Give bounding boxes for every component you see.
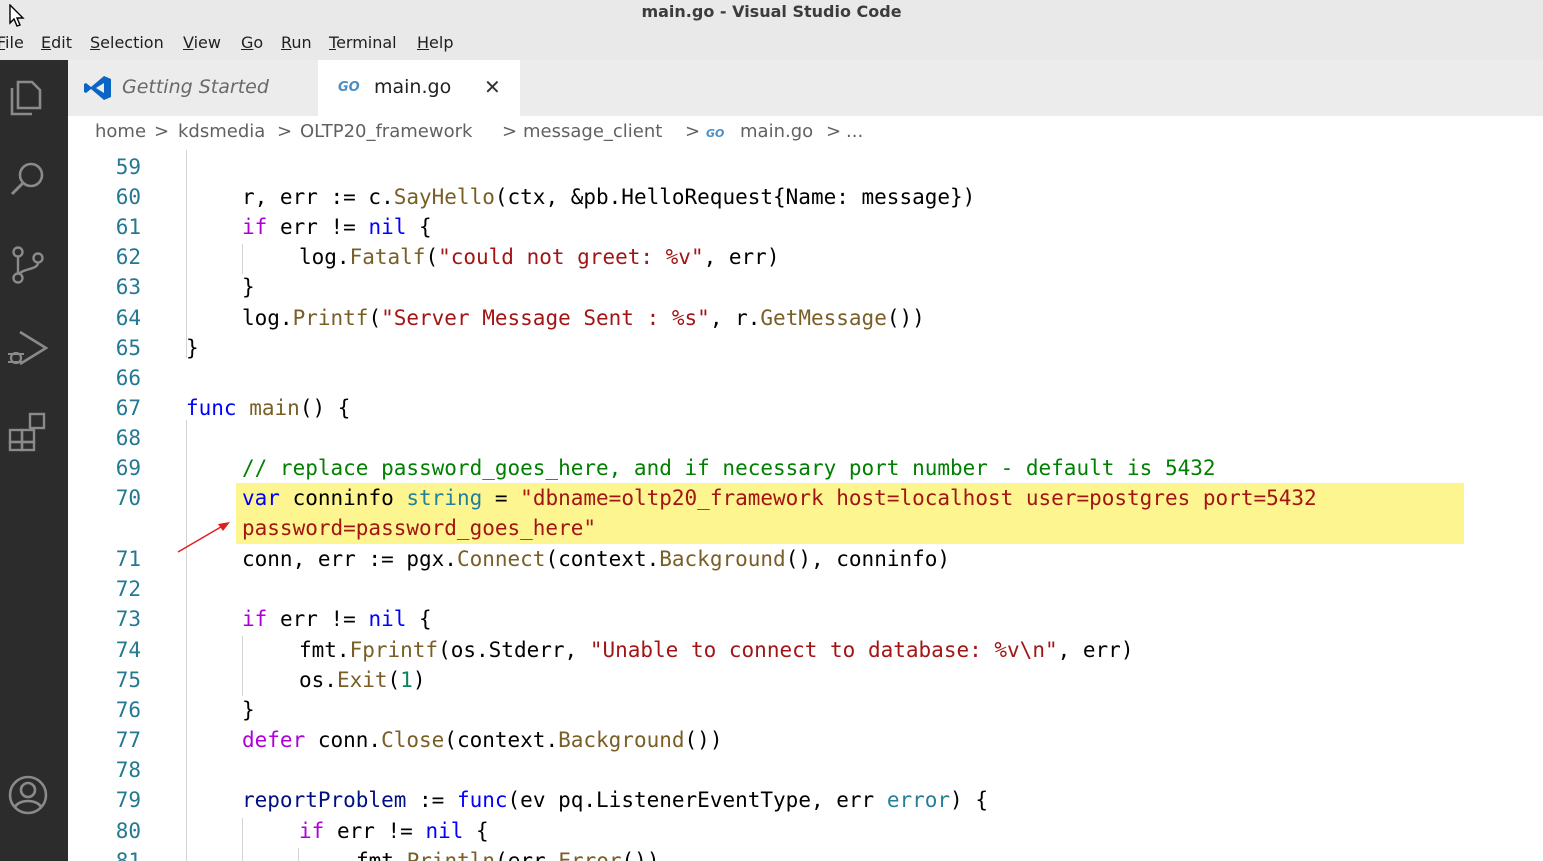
- title-bar: main.go - Visual Studio Code: [0, 0, 1543, 27]
- activity-bar: [0, 60, 68, 861]
- line-number: 60: [115, 185, 141, 209]
- line-number: 72: [115, 577, 141, 601]
- menu-terminal[interactable]: Terminal: [329, 33, 397, 52]
- breadcrumb-item[interactable]: home: [95, 121, 146, 142]
- line-number: 75: [115, 668, 141, 692]
- tab-main-go[interactable]: GO main.go ✕: [318, 60, 520, 116]
- code-line: defer conn.Close(context.Background()): [242, 728, 723, 752]
- breadcrumb-item[interactable]: ...: [846, 121, 863, 142]
- annotation-arrow-icon: [177, 522, 230, 553]
- code-editor[interactable]: 59 60 61 62 63 64 65 66 67 68 69 70 71 7…: [68, 150, 1543, 861]
- code-line: r, err := c.SayHello(ctx, &pb.HelloReque…: [242, 185, 976, 209]
- search-icon[interactable]: [4, 156, 52, 204]
- line-number: 71: [115, 547, 141, 571]
- line-number: 63: [115, 275, 141, 299]
- code-line: func main() {: [186, 396, 351, 420]
- code-line: os.Exit(1): [299, 668, 426, 692]
- menu-bar: File Edit Selection View Go Run Terminal…: [0, 27, 1543, 60]
- line-number: 80: [115, 819, 141, 843]
- breadcrumb-item[interactable]: OLTP20_framework: [300, 121, 472, 142]
- close-icon[interactable]: ✕: [484, 75, 501, 99]
- menu-run[interactable]: Run: [281, 33, 312, 52]
- menu-view[interactable]: View: [183, 33, 221, 52]
- editor-tabs: Getting Started GO main.go ✕: [68, 60, 1543, 116]
- go-file-icon: GO: [338, 80, 360, 95]
- breadcrumb-separator: >: [685, 121, 701, 142]
- code-line-highlighted: password=password_goes_here": [242, 516, 597, 540]
- code-line: log.Printf("Server Message Sent : %s", r…: [242, 306, 925, 330]
- breadcrumb: home > kdsmedia > OLTP20_framework > mes…: [68, 116, 1543, 150]
- code-line: }: [186, 336, 199, 360]
- line-number: 67: [115, 396, 141, 420]
- code-line: reportProblem := func(ev pq.ListenerEven…: [242, 788, 988, 812]
- line-number: 78: [115, 758, 141, 782]
- vscode-logo-icon: [84, 76, 111, 100]
- source-control-icon[interactable]: [4, 240, 52, 288]
- line-number: 81: [115, 849, 141, 861]
- line-number: 79: [115, 788, 141, 812]
- window-title: main.go - Visual Studio Code: [641, 2, 902, 21]
- line-number: 65: [115, 336, 141, 360]
- line-number: 64: [115, 306, 141, 330]
- breadcrumb-separator: >: [826, 121, 842, 142]
- line-number: 66: [115, 366, 141, 390]
- menu-file[interactable]: File: [0, 33, 24, 52]
- code-line: }: [242, 275, 255, 299]
- breadcrumb-item[interactable]: message_client: [523, 121, 662, 142]
- code-line: conn, err := pgx.Connect(context.Backgro…: [242, 547, 951, 571]
- tab-getting-started[interactable]: Getting Started: [68, 60, 318, 116]
- tab-label: Getting Started: [122, 76, 269, 98]
- mouse-cursor-icon: [9, 4, 25, 27]
- breadcrumb-separator: >: [154, 121, 170, 142]
- menu-help[interactable]: Help: [417, 33, 453, 52]
- code-line: log.Fatalf("could not greet: %v", err): [299, 245, 780, 269]
- line-number: 69: [115, 456, 141, 480]
- line-number: 62: [115, 245, 141, 269]
- menu-selection[interactable]: Selection: [90, 33, 164, 52]
- breadcrumb-item[interactable]: kdsmedia: [178, 121, 265, 142]
- code-comment: // replace password_goes_here, and if ne…: [242, 456, 1216, 480]
- line-number: 70: [115, 486, 141, 510]
- breadcrumb-separator: >: [502, 121, 518, 142]
- line-number: 73: [115, 607, 141, 631]
- breadcrumb-item[interactable]: main.go: [740, 121, 813, 142]
- menu-go[interactable]: Go: [241, 33, 263, 52]
- line-number: 76: [115, 698, 141, 722]
- code-line: fmt.Fprintf(os.Stderr, "Unable to connec…: [299, 638, 1134, 662]
- breadcrumb-separator: >: [277, 121, 293, 142]
- code-line: if err != nil {: [242, 607, 432, 631]
- code-line-highlighted: var conninfo string = "dbname=oltp20_fra…: [242, 486, 1317, 510]
- go-file-icon: GO: [706, 127, 725, 140]
- code-line: }: [242, 698, 255, 722]
- line-number: 68: [115, 426, 141, 450]
- line-number: 77: [115, 728, 141, 752]
- menu-edit[interactable]: Edit: [41, 33, 72, 52]
- run-debug-icon[interactable]: [4, 324, 52, 372]
- tab-label: main.go: [374, 76, 452, 98]
- account-icon[interactable]: [4, 771, 52, 819]
- code-line: if err != nil {: [242, 215, 432, 239]
- code-line: if err != nil {: [299, 819, 489, 843]
- line-number: 61: [115, 215, 141, 239]
- extensions-icon[interactable]: [4, 408, 52, 456]
- line-number: 59: [115, 155, 141, 179]
- files-icon[interactable]: [4, 72, 52, 120]
- code-line: fmt.Println(err.Error()): [356, 849, 660, 861]
- line-number: 74: [115, 638, 141, 662]
